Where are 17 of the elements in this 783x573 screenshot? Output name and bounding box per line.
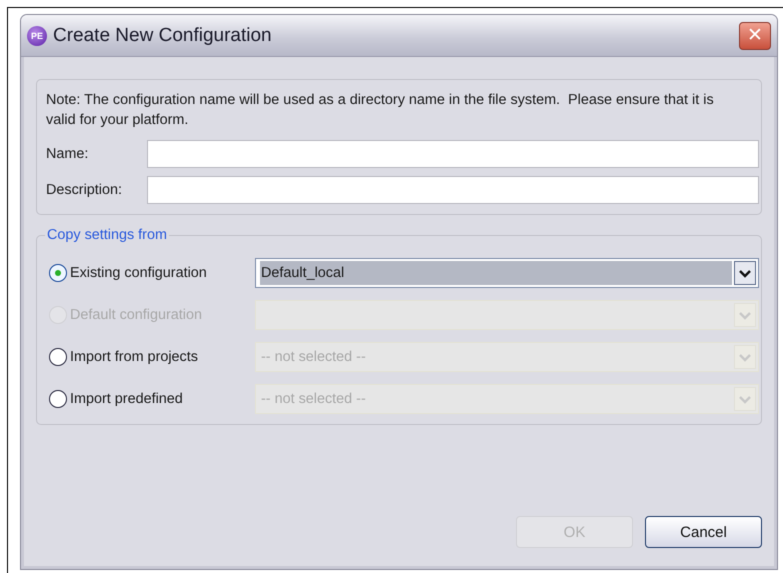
group-title: Copy settings from [45, 227, 169, 243]
app-icon: PE [27, 26, 47, 46]
caret-icon [734, 387, 756, 411]
field-label: Description: [46, 182, 123, 198]
window-title: Create New Configuration [53, 24, 273, 46]
note-text: Note: The configuration name will be used as a directory name in the file system. Please ensure that it is valid for your platform. [46, 91, 715, 130]
cancel-button[interactable]: Cancel [645, 516, 762, 548]
caret-icon [734, 345, 756, 369]
input-field[interactable] [147, 140, 759, 168]
field-label: Name: [46, 146, 90, 162]
radio-button[interactable]: Existing configuration [49, 264, 255, 282]
radio-button[interactable]: Import predefined [49, 390, 255, 408]
caret-icon [734, 303, 756, 327]
dropdown[interactable]: Default_local [255, 258, 759, 288]
caret-icon [734, 261, 756, 285]
input-field[interactable] [147, 176, 759, 204]
radio-button[interactable]: Import from projects [49, 348, 255, 366]
